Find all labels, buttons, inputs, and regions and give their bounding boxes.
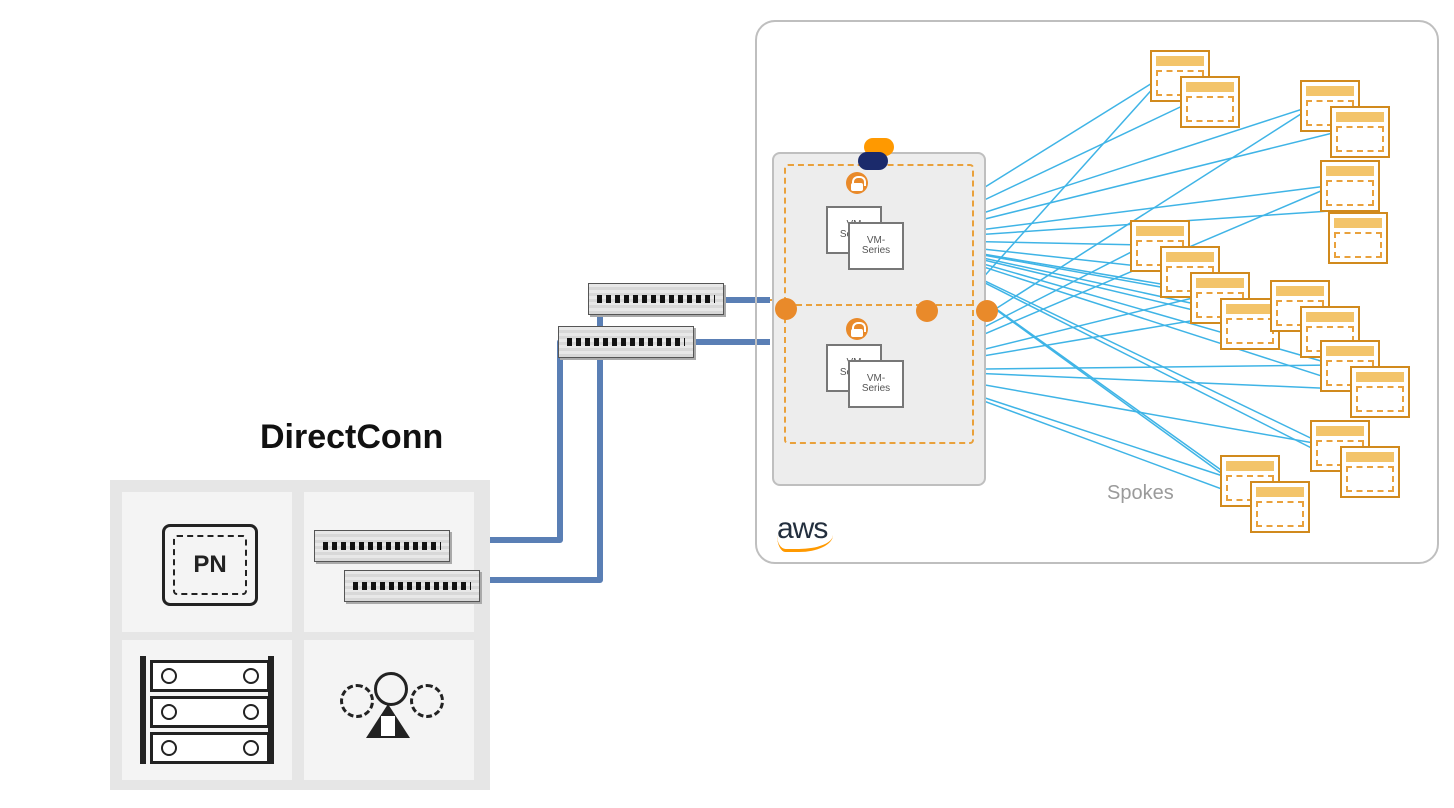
spoke-vpc-icon (1320, 160, 1380, 212)
rack-post-left (140, 656, 146, 764)
spoke-vpc-icon (1180, 76, 1240, 128)
vm-box-top-front: VM- Series (848, 222, 904, 270)
onprem-switch-2-icon (344, 570, 480, 602)
vm-box-bot-front: VM- Series (848, 360, 904, 408)
spoke-vpc-icon (1328, 212, 1388, 264)
rack-unit-1 (150, 660, 270, 692)
onprem-switch-1-icon (314, 530, 450, 562)
padlock-bottom-icon (846, 318, 868, 340)
rack-unit-2 (150, 696, 270, 728)
onprem-cell-switches (304, 492, 474, 632)
internet-gateway-left-icon (775, 298, 797, 320)
vm-pair-top: VM Series VM- Series (826, 206, 906, 266)
spoke-vpc-icon (1250, 481, 1310, 533)
person-center-head-icon (374, 672, 408, 706)
spoke-vpc-icon (1330, 106, 1390, 158)
hub-vpc: VM Series VM- Series VM Series VM- Serie… (772, 152, 986, 486)
panorama-cloud-icon (858, 152, 888, 170)
spoke-vpc-icon (1340, 446, 1400, 498)
peering-node-1-icon (916, 300, 938, 322)
peering-node-2-icon (976, 300, 998, 322)
pn-box-label: PN (173, 535, 247, 595)
edge-switch-1-icon (588, 283, 724, 315)
padlock-top-icon (846, 172, 868, 194)
onprem-cell-servers (122, 640, 292, 780)
hub-midline (786, 304, 972, 306)
directconn-label: DirectConn (260, 418, 443, 457)
edge-switch-2-icon (558, 326, 694, 358)
person-right-icon (410, 684, 444, 718)
tie-icon (381, 716, 395, 736)
spoke-vpc-icon (1350, 366, 1410, 418)
vm-pair-bottom: VM Series VM- Series (826, 344, 906, 404)
onprem-cell-users (304, 640, 474, 780)
onprem-cell-pn: PN (122, 492, 292, 632)
hub-az-dash: VM Series VM- Series VM Series VM- Serie… (784, 164, 974, 444)
aws-logo-smile-icon (777, 535, 833, 552)
spokes-label: Spokes (1107, 482, 1174, 505)
onprem-datacenter: PN (110, 480, 490, 790)
pn-box-icon: PN (162, 524, 258, 606)
rack-unit-3 (150, 732, 270, 764)
